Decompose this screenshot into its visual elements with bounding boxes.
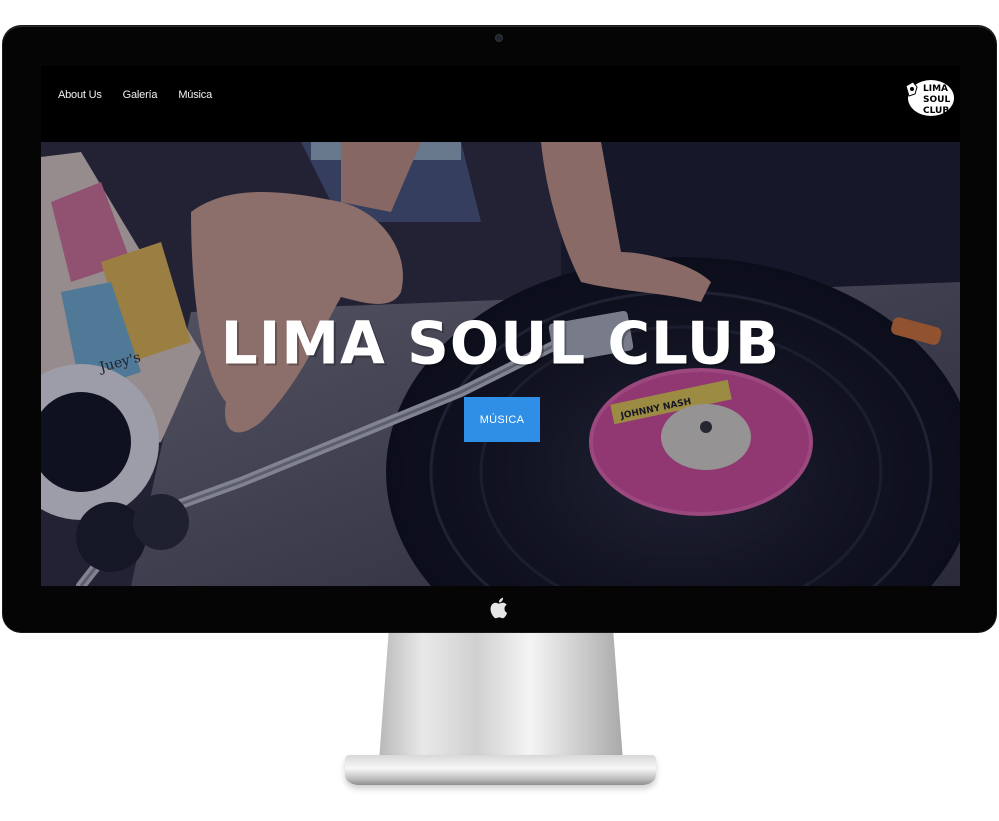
svg-text:CLUB: CLUB — [923, 106, 949, 116]
apple-logo-icon — [490, 597, 508, 619]
nav-link-about-us[interactable]: About Us — [58, 89, 102, 101]
nav-link-musica[interactable]: Música — [178, 89, 212, 101]
musica-cta-button[interactable]: MÚSICA — [464, 397, 540, 442]
lima-soul-club-logo[interactable]: LIMA SOUL CLUB — [903, 78, 955, 118]
hero-section: Juey's JOHNNY NASH LIMA SOUL CLUB MÚSICA — [41, 142, 960, 586]
camera-icon — [495, 34, 503, 42]
svg-text:SOUL: SOUL — [923, 95, 950, 105]
nav-link-galeria[interactable]: Galería — [123, 89, 158, 101]
site-navbar: About Us Galería Música LIMA SOUL CLUB — [41, 66, 960, 142]
nav-links: About Us Galería Música — [58, 89, 212, 101]
website-screen: About Us Galería Música LIMA SOUL CLUB J… — [41, 66, 960, 586]
monitor-stand-foot — [345, 755, 656, 785]
hero-title: LIMA SOUL CLUB — [220, 308, 781, 378]
svg-text:LIMA: LIMA — [923, 84, 948, 94]
monitor-stand-neck — [379, 631, 623, 761]
